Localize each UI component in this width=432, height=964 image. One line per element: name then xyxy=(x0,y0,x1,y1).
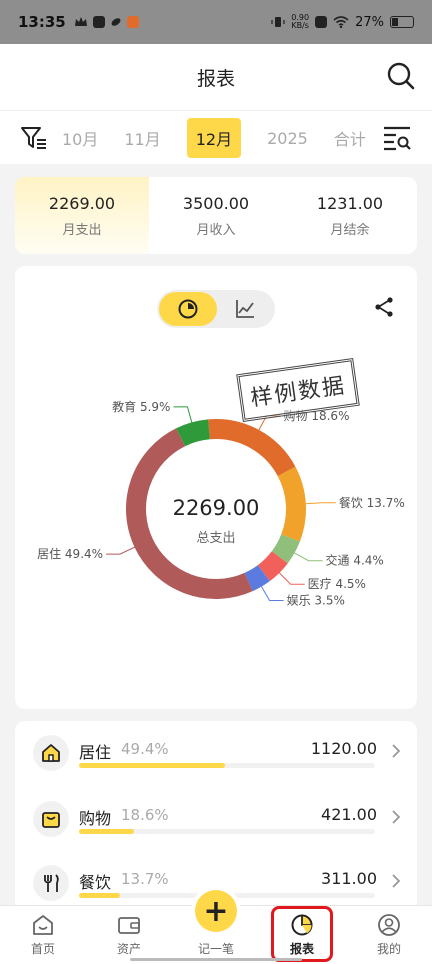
category-name: 居住 xyxy=(79,743,112,762)
nav-assets[interactable]: 资产 xyxy=(99,912,159,964)
donut-label-0: 居住 49.4% xyxy=(37,547,103,561)
category-list: 居住 49.4% 1120.00 购物 18.6% 421.00 餐饮 13.7… xyxy=(15,721,417,911)
nav-mine-label: 我的 xyxy=(376,942,401,956)
nav-home-label: 首页 xyxy=(30,942,55,956)
home-icon xyxy=(42,744,60,762)
donut-slice-6 xyxy=(176,419,211,447)
tab-month-11[interactable]: 11月 xyxy=(124,126,160,150)
summary-balance[interactable]: 1231.00 月结余 xyxy=(283,177,417,254)
donut-slice-4 xyxy=(257,550,288,582)
chevron-right-icon xyxy=(392,744,401,758)
status-time: 13:35 xyxy=(18,13,66,31)
category-progress-fill xyxy=(79,829,135,834)
summary-income-value: 3500.00 xyxy=(182,193,250,213)
donut-label-line-3 xyxy=(294,552,323,562)
reports-tab-highlight xyxy=(271,906,333,962)
battery-icon xyxy=(390,16,414,28)
month-bar: 10月 11月 12月 2025 合计 xyxy=(0,110,432,164)
chevron-right-icon xyxy=(392,810,401,824)
list-search-icon[interactable] xyxy=(382,125,412,151)
summary-expense[interactable]: 2269.00 月支出 xyxy=(15,177,149,254)
category-icon-wrap xyxy=(33,801,69,837)
donut-label-3: 交通 4.4% xyxy=(326,553,384,568)
donut-slice-1 xyxy=(208,419,296,477)
nav-mine[interactable]: 我的 xyxy=(359,912,419,964)
summary-balance-value: 1231.00 xyxy=(316,193,384,213)
category-amount: 421.00 xyxy=(321,805,377,824)
app-header: 报表 xyxy=(0,44,432,110)
fork-knife-icon xyxy=(44,874,59,892)
app-icon xyxy=(92,16,105,28)
filter-icon[interactable] xyxy=(20,125,48,151)
summary-balance-label: 月结余 xyxy=(330,222,370,238)
summary-income-label: 月收入 xyxy=(196,222,236,238)
tab-month-12[interactable]: 12月 xyxy=(186,118,242,158)
net-speed: 0.90 KB/s xyxy=(291,14,309,30)
leaf-icon xyxy=(111,18,121,26)
donut-center-label: 总支出 xyxy=(196,531,236,546)
crown-icon xyxy=(74,17,87,26)
donut-label-line-5 xyxy=(261,586,284,601)
donut-label-6: 教育 5.9% xyxy=(112,399,170,414)
donut-label-line-6 xyxy=(173,406,193,423)
summary-card: 2269.00 月支出 3500.00 月收入 1231.00 月结余 xyxy=(15,177,417,254)
app-icon-orange xyxy=(126,16,139,28)
search-icon[interactable] xyxy=(386,61,416,91)
net-speed-unit: KB/s xyxy=(291,21,309,30)
status-right: 0.90 KB/s 27% xyxy=(271,14,414,30)
chart-card: 购物 18.6% 餐饮 13.7% 交通 4.4% 医疗 4.5% 娱乐 3.5% 居住 … xyxy=(15,266,417,709)
tab-total[interactable]: 合计 xyxy=(334,126,366,150)
summary-income[interactable]: 3500.00 月收入 xyxy=(149,177,283,254)
donut-label-5: 娱乐 3.5% xyxy=(287,593,345,607)
vibrate-icon xyxy=(271,17,285,27)
category-progress xyxy=(79,763,375,768)
donut-slice-5 xyxy=(244,564,270,592)
summary-expense-label: 月支出 xyxy=(62,222,102,238)
category-icon-wrap xyxy=(33,735,69,771)
home-outline-icon xyxy=(33,915,53,935)
plus-icon: + xyxy=(203,893,229,929)
wallet-icon xyxy=(118,917,140,934)
donut-label-4: 医疗 4.5% xyxy=(308,577,366,591)
user-icon xyxy=(378,914,400,936)
x-icon xyxy=(315,16,328,28)
category-progress-fill xyxy=(79,893,120,898)
donut-center-value: 2269.00 xyxy=(172,496,260,520)
donut-label-line-0 xyxy=(106,546,135,555)
category-progress-fill xyxy=(79,763,226,768)
category-progress xyxy=(79,829,375,834)
nav-home[interactable]: 首页 xyxy=(13,912,73,964)
tab-year-2025[interactable]: 2025 xyxy=(267,129,308,148)
donut-label-line-4 xyxy=(279,572,305,585)
category-name: 购物 xyxy=(79,809,112,828)
nav-assets-label: 资产 xyxy=(116,942,141,956)
status-bar: 13:35 0.90 KB/s 27% xyxy=(0,0,432,44)
tab-month-10[interactable]: 10月 xyxy=(62,126,98,150)
summary-expense-value: 2269.00 xyxy=(48,193,116,213)
category-amount: 1120.00 xyxy=(310,739,377,758)
category-icon-wrap xyxy=(33,865,69,901)
category-row-shopping[interactable]: 购物 18.6% 421.00 xyxy=(15,787,417,847)
page-title: 报表 xyxy=(196,67,235,90)
home-indicator[interactable] xyxy=(130,958,302,961)
shopping-bag-icon xyxy=(42,812,60,828)
category-amount: 311.00 xyxy=(321,869,377,888)
month-tabs: 10月 11月 12月 2025 合计 xyxy=(62,111,376,165)
wifi-icon xyxy=(333,16,349,28)
category-percent: 49.4% xyxy=(121,740,169,758)
notification-icons xyxy=(74,16,139,28)
add-record-button[interactable]: + xyxy=(195,890,237,932)
category-percent: 18.6% xyxy=(121,806,169,824)
category-name: 餐饮 xyxy=(79,873,112,892)
category-percent: 13.7% xyxy=(121,870,169,888)
nav-record-label: 记一笔 xyxy=(197,942,234,956)
expense-donut-chart: 购物 18.6%餐饮 13.7%交通 4.4%医疗 4.5%娱乐 3.5%居住 … xyxy=(37,399,405,608)
category-row-housing[interactable]: 居住 49.4% 1120.00 xyxy=(15,721,417,781)
chevron-right-icon xyxy=(392,874,401,888)
battery-percent: 27% xyxy=(355,14,384,30)
